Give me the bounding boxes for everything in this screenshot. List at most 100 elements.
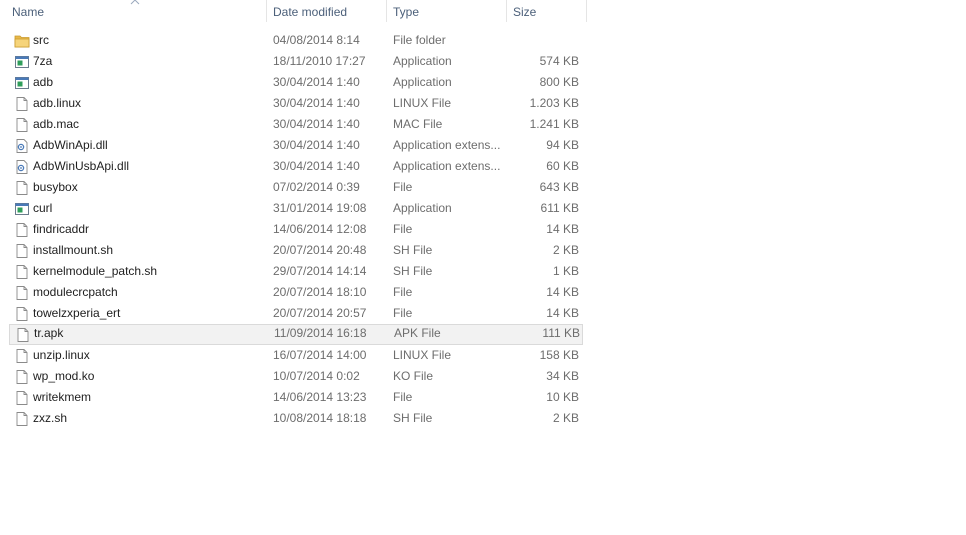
file-row[interactable]: kernelmodule_patch.sh 29/07/2014 14:14 SH … [9,261,583,282]
file-size: 10 KB [546,390,579,404]
file-name: 7za [33,54,53,68]
file-icon [14,366,30,387]
file-row[interactable]: modulecrcpatch 20/07/2014 18:10 File 14 KB [9,282,583,303]
file-type: Application [393,75,452,89]
file-name: wp_mod.ko [33,369,95,383]
file-icon [14,177,30,198]
file-type: APK File [394,326,441,340]
file-icon [14,408,30,429]
file-date-modified: 30/04/2014 1:40 [273,138,360,152]
file-type: SH File [393,264,433,278]
file-date-modified: 30/04/2014 1:40 [273,75,360,89]
file-size: 1 KB [552,264,579,278]
file-date-modified: 30/04/2014 1:40 [273,117,360,131]
file-size: 14 KB [546,222,579,236]
file-date-modified: 30/04/2014 1:40 [273,96,360,110]
file-date-modified: 20/07/2014 18:10 [273,285,367,299]
file-type: Application [393,54,452,68]
file-row[interactable]: towelzxperia_ert 20/07/2014 20:57 File 14 K… [9,303,583,324]
file-icon [14,282,30,303]
file-date-modified: 14/06/2014 12:08 [273,222,367,236]
file-size: 14 KB [546,306,579,320]
file-size: 60 KB [546,159,579,173]
file-name: busybox [33,180,78,194]
file-size: 158 KB [539,348,579,362]
file-size: 111 KB [542,326,580,340]
file-type: File [393,390,413,404]
file-name: kernelmodule_patch.sh [33,264,158,278]
file-name: adb.mac [33,117,80,131]
file-name: AdbWinApi.dll [33,138,108,152]
column-header-date-label: Date modified [273,5,348,19]
file-type: File [393,285,413,299]
file-date-modified: 04/08/2014 8:14 [273,33,360,47]
dll-icon [14,156,30,177]
file-type: KO File [393,369,434,383]
column-header-date-modified[interactable]: Date modified [267,0,387,22]
file-row[interactable]: tr.apk 11/09/2014 16:18 APK File 111 KB [9,324,583,345]
file-size: 643 KB [539,180,579,194]
file-date-modified: 07/02/2014 0:39 [273,180,360,194]
file-name: towelzxperia_ert [33,306,121,320]
file-icon [14,387,30,408]
folder-icon [14,30,30,51]
file-icon [14,303,30,324]
file-row[interactable]: findricaddr 14/06/2014 12:08 File 14 KB [9,219,583,240]
file-icon [14,93,30,114]
file-row[interactable]: src 04/08/2014 8:14 File folder [9,30,583,51]
file-row[interactable]: AdbWinUsbApi.dll 30/04/2014 1:40 Applicati… [9,156,583,177]
application-icon [14,72,30,93]
file-size: 94 KB [546,138,579,152]
file-name: src [33,33,49,47]
file-type: File [393,180,413,194]
file-row[interactable]: wp_mod.ko 10/07/2014 0:02 KO File 34 KB [9,366,583,387]
file-name: zxz.sh [33,411,68,425]
file-row[interactable]: adb.linux 30/04/2014 1:40 LINUX File 1.203 … [9,93,583,114]
file-name: findricaddr [33,222,90,236]
file-row[interactable]: curl 31/01/2014 19:08 Application 611 KB [9,198,583,219]
file-date-modified: 29/07/2014 14:14 [273,264,367,278]
file-date-modified: 18/11/2010 17:27 [273,54,366,68]
file-date-modified: 20/07/2014 20:57 [273,306,367,320]
file-list-pane: Name Date modified Type Size src 04/08/20… [0,0,966,535]
file-name: unzip.linux [33,348,90,362]
file-row[interactable]: writekmem 14/06/2014 13:23 File 10 KB [9,387,583,408]
dll-icon [14,135,30,156]
file-type: Application extens... [393,159,501,173]
file-name: AdbWinUsbApi.dll [33,159,130,173]
file-size: 1.203 KB [529,96,579,110]
file-date-modified: 10/08/2014 18:18 [273,411,367,425]
file-date-modified: 11/09/2014 16:18 [274,326,367,340]
column-header-size[interactable]: Size [507,0,587,22]
file-type: File [393,306,413,320]
file-row[interactable]: adb 30/04/2014 1:40 Application 800 KB [9,72,583,93]
file-type: Application extens... [393,138,501,152]
file-size: 2 KB [552,411,579,425]
file-type: Application [393,201,452,215]
file-type: MAC File [393,117,443,131]
file-row[interactable]: zxz.sh 10/08/2014 18:18 SH File 2 KB [9,408,583,429]
file-date-modified: 10/07/2014 0:02 [273,369,360,383]
file-row[interactable]: busybox 07/02/2014 0:39 File 643 KB [9,177,583,198]
file-icon [14,219,30,240]
file-type: LINUX File [393,96,452,110]
file-icon [14,261,30,282]
file-size: 574 KB [539,54,579,68]
file-row[interactable]: 7za 18/11/2010 17:27 Application 574 KB [9,51,583,72]
column-header-type[interactable]: Type [387,0,507,22]
column-header-size-label: Size [513,5,537,19]
file-size: 34 KB [546,369,579,383]
file-row[interactable]: adb.mac 30/04/2014 1:40 MAC File 1.241 KB [9,114,583,135]
file-row[interactable]: unzip.linux 16/07/2014 14:00 LINUX File 158… [9,345,583,366]
file-type: File [393,222,413,236]
file-row[interactable]: AdbWinApi.dll 30/04/2014 1:40 Application … [9,135,583,156]
application-icon [14,198,30,219]
file-date-modified: 16/07/2014 14:00 [273,348,367,362]
file-icon [15,324,31,345]
file-date-modified: 20/07/2014 20:48 [273,243,367,257]
file-icon [14,345,30,366]
file-name: modulecrcpatch [33,285,118,299]
file-row[interactable]: installmount.sh 20/07/2014 20:48 SH File 2 … [9,240,583,261]
column-header-name[interactable]: Name [6,0,267,22]
file-type: LINUX File [393,348,452,362]
